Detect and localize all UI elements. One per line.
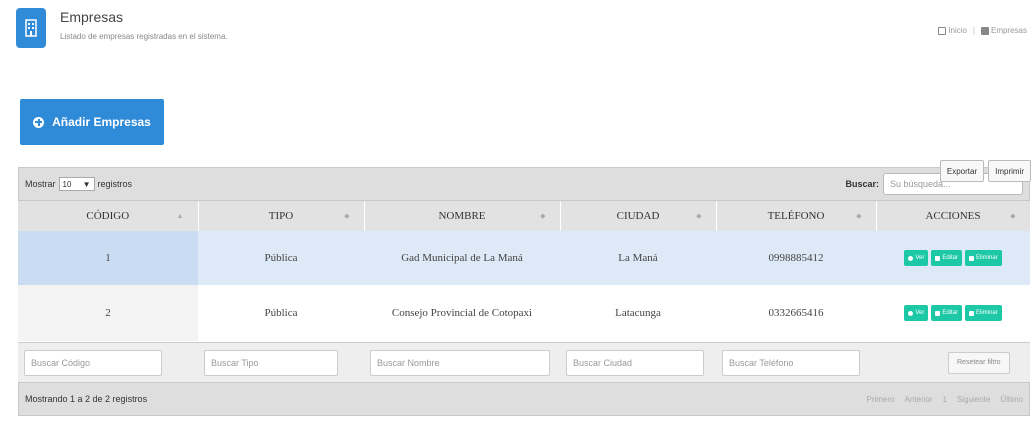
edit-button[interactable]: Editar — [931, 305, 963, 321]
cell-telefono: 0998885412 — [716, 231, 876, 285]
filter-ciudad-input[interactable]: Buscar Ciudad — [566, 349, 704, 376]
page-length-control: Mostrar 10 ▼ registros — [25, 177, 132, 191]
breadcrumb-current-label: Empresas — [990, 26, 1027, 35]
sort-icon: ◆ — [1010, 212, 1016, 220]
eye-icon — [908, 310, 914, 316]
filter-nombre-input[interactable]: Buscar Nombre — [370, 349, 550, 376]
cell-acciones: Ver Editar Eliminar — [876, 285, 1030, 341]
view-button[interactable]: Ver — [904, 305, 929, 321]
page-header: Empresas Listado de empresas registradas… — [16, 8, 228, 52]
cell-acciones: Ver Editar Eliminar — [876, 231, 1030, 285]
home-icon — [938, 26, 947, 35]
column-header-acciones: ACCIONES ◆ — [876, 201, 1031, 231]
page-length-value: 10 — [62, 179, 72, 189]
column-header-telefono[interactable]: TELÉFONO ◆ — [716, 201, 877, 231]
cell-codigo: 2 — [18, 285, 198, 341]
breadcrumb: Inicio | Empresas — [938, 26, 1027, 35]
sort-icon: ◆ — [696, 212, 702, 220]
add-company-label: Añadir Empresas — [52, 115, 151, 129]
edit-button[interactable]: Editar — [931, 250, 963, 266]
delete-button[interactable]: Eliminar — [965, 250, 1002, 266]
breadcrumb-home-label: Inicio — [948, 26, 967, 35]
pagination-next[interactable]: Siguiente — [957, 395, 990, 404]
building-small-icon — [980, 26, 989, 35]
table-tools: Exportar Imprimir — [939, 160, 1031, 182]
table-row[interactable]: 2 Pública Consejo Provincial de Cotopaxi… — [18, 285, 1030, 341]
edit-icon — [935, 255, 941, 261]
table-header-row: CÓDIGO ▲ TIPO ◆ NOMBRE ◆ CIUDAD ◆ TELÉFONO ◆ … — [18, 201, 1031, 231]
page-length-select[interactable]: 10 ▼ — [58, 177, 95, 191]
print-button[interactable]: Imprimir — [988, 160, 1031, 182]
pagination-previous[interactable]: Anterior — [905, 395, 933, 404]
records-info: Mostrando 1 a 2 de 2 registros — [25, 394, 148, 404]
column-header-codigo[interactable]: CÓDIGO ▲ — [18, 201, 199, 231]
building-icon — [16, 8, 46, 48]
column-header-nombre[interactable]: NOMBRE ◆ — [364, 201, 561, 231]
cell-codigo: 1 — [18, 231, 198, 285]
cell-nombre: Gad Municipal de La Maná — [364, 231, 560, 285]
search-label: Buscar: — [845, 179, 879, 189]
table-toolbar: Mostrar 10 ▼ registros Buscar: Su búsque… — [18, 167, 1030, 201]
reset-filter-button[interactable]: Resetear filtro — [948, 351, 1010, 374]
table-info-bar: Mostrando 1 a 2 de 2 registros Primero A… — [18, 382, 1030, 416]
filter-codigo-input[interactable]: Buscar Código — [24, 349, 162, 376]
cell-tipo: Pública — [198, 231, 364, 285]
cell-ciudad: La Maná — [560, 231, 716, 285]
breadcrumb-separator: | — [972, 26, 975, 35]
sort-icon: ◆ — [540, 212, 546, 220]
sort-icon: ▲ — [176, 212, 184, 220]
page-title: Empresas — [60, 9, 124, 25]
plus-circle-icon — [33, 116, 45, 128]
add-company-button[interactable]: Añadir Empresas — [20, 99, 164, 145]
cell-nombre: Consejo Provincial de Cotopaxi — [364, 285, 560, 341]
trash-icon — [969, 310, 975, 316]
sort-icon: ◆ — [856, 212, 862, 220]
view-button[interactable]: Ver — [904, 250, 929, 266]
caret-down-icon: ▼ — [82, 179, 91, 189]
trash-icon — [969, 255, 975, 261]
filter-tipo-input[interactable]: Buscar Tipo — [204, 349, 338, 376]
breadcrumb-current: Empresas — [980, 26, 1027, 35]
column-header-tipo[interactable]: TIPO ◆ — [198, 201, 365, 231]
filter-telefono-input[interactable]: Buscar Teléfono — [722, 349, 860, 376]
pagination-page[interactable]: 1 — [943, 395, 947, 404]
pagination-last[interactable]: Último — [1000, 395, 1023, 404]
show-prefix-label: Mostrar — [25, 179, 56, 189]
export-button[interactable]: Exportar — [939, 160, 985, 182]
cell-ciudad: Latacunga — [560, 285, 716, 341]
column-filters-row: Buscar Código Buscar Tipo Buscar Nombre … — [18, 342, 1030, 382]
pagination: Primero Anterior 1 Siguiente Último — [866, 395, 1023, 404]
pagination-first[interactable]: Primero — [866, 395, 894, 404]
breadcrumb-home[interactable]: Inicio — [938, 26, 967, 35]
sort-icon: ◆ — [344, 212, 350, 220]
cell-telefono: 0332665416 — [716, 285, 876, 341]
delete-button[interactable]: Eliminar — [965, 305, 1002, 321]
column-header-ciudad[interactable]: CIUDAD ◆ — [560, 201, 717, 231]
edit-icon — [935, 310, 941, 316]
show-suffix-label: registros — [97, 179, 133, 189]
eye-icon — [908, 255, 914, 261]
cell-tipo: Pública — [198, 285, 364, 341]
page-subtitle: Listado de empresas registradas en el si… — [60, 32, 228, 41]
table-row[interactable]: 1 Pública Gad Municipal de La Maná La Ma… — [18, 231, 1030, 285]
companies-table: CÓDIGO ▲ TIPO ◆ NOMBRE ◆ CIUDAD ◆ TELÉFONO ◆ … — [18, 201, 1031, 341]
